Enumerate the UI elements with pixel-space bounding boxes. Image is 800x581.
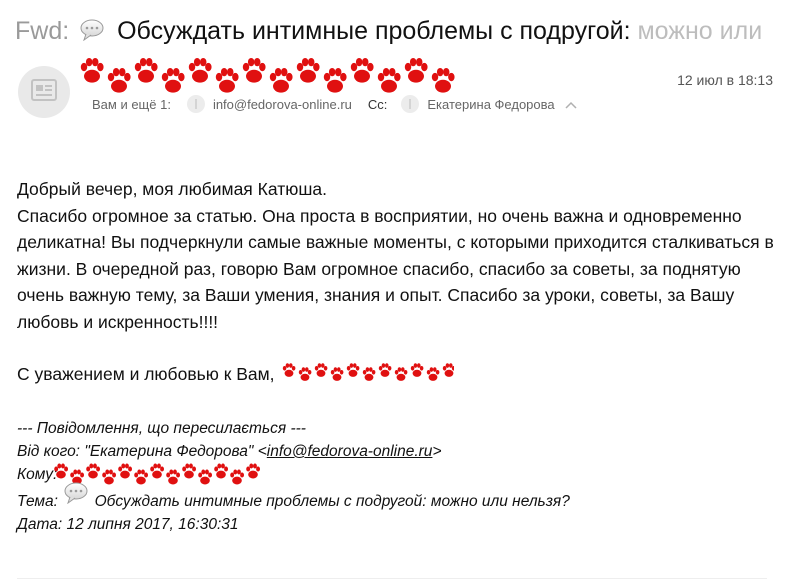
- sender-avatar[interactable]: [18, 66, 70, 118]
- paw-print-icon: [246, 463, 261, 479]
- signoff: С уважением и любовью к Вам,: [17, 361, 777, 388]
- signoff-text: С уважением и любовью к Вам,: [17, 364, 275, 384]
- paw-print-icon: [331, 367, 344, 381]
- recipient-address[interactable]: info@fedorova-online.ru: [213, 97, 352, 112]
- paw-print-icon: [395, 367, 408, 381]
- paw-print-icon: [323, 67, 347, 93]
- body-paragraph: Спасибо огромное за статью. Она проста в…: [17, 205, 774, 332]
- divider: [17, 578, 767, 579]
- paw-print-icon: [214, 463, 229, 479]
- from-email-link[interactable]: info@fedorova-online.ru: [267, 443, 433, 460]
- paw-print-icon: [242, 57, 266, 83]
- greeting: Добрый вечер, моя любимая Катюша.: [17, 179, 327, 199]
- paw-print-icon: [283, 363, 296, 377]
- paw-print-icon: [427, 367, 440, 381]
- paw-print-icon: [230, 469, 245, 485]
- sender-name-redacted: [80, 57, 455, 93]
- subject-label: Тема:: [17, 493, 58, 510]
- forwarded-subject: Тема: Обсуждать интимные проблемы с подр…: [17, 482, 777, 513]
- recipients-label: Вам и ещё 1:: [92, 96, 171, 112]
- recipients-row: Вам и ещё 1: info@fedorova-online.ru Cc:…: [92, 95, 577, 113]
- forwarded-message: --- Повідомлення, що пересилається --- В…: [17, 417, 777, 536]
- paw-print-icon: [161, 67, 185, 93]
- paw-print-icon: [350, 57, 374, 83]
- chevron-up-icon[interactable]: [565, 97, 577, 112]
- paw-print-icon: [134, 57, 158, 83]
- forwarded-header: --- Повідомлення, що пересилається ---: [17, 420, 306, 437]
- paw-print-icon: [198, 469, 213, 485]
- paw-print-icon: [166, 469, 181, 485]
- message-body: Добрый вечер, моя любимая Катюша. Спасиб…: [17, 176, 777, 388]
- cc-name[interactable]: Екатерина Федорова: [427, 97, 554, 112]
- paw-print-icon: [182, 463, 197, 479]
- from-close: >: [432, 443, 442, 460]
- subject-text: Обсуждать интимные проблемы с подругой:: [117, 17, 631, 45]
- date-label: Дата:: [17, 516, 63, 533]
- cc-avatar: [401, 95, 420, 113]
- newsletter-icon: [31, 78, 57, 106]
- paw-print-icon: [118, 463, 133, 479]
- paw-print-icon: [443, 363, 456, 377]
- paw-print-icon: [296, 57, 320, 83]
- forwarded-subject-text: Обсуждать интимные проблемы с подругой: …: [94, 493, 570, 510]
- paw-print-icon: [215, 67, 239, 93]
- paw-print-icon: [150, 463, 165, 479]
- from-label: Від кого:: [17, 443, 80, 460]
- subject-prefix: Fwd:: [15, 17, 70, 45]
- paw-print-icon: [379, 363, 392, 377]
- paw-print-icon: [54, 463, 69, 479]
- from-open: <: [257, 443, 267, 460]
- paw-print-icon: [134, 469, 149, 485]
- subject-text-fade: можно или: [637, 17, 763, 45]
- recipient-avatar: [186, 95, 205, 113]
- paw-print-icon: [404, 57, 428, 83]
- email-date: 12 июл в 18:13: [677, 72, 773, 88]
- paw-print-icon: [431, 67, 455, 93]
- paw-print-icon: [269, 67, 293, 93]
- forwarded-date: Дата: 12 липня 2017, 16:30:31: [17, 513, 777, 536]
- paw-print-icon: [411, 363, 424, 377]
- email-subject: Fwd: Обсуждать интимные проблемы с подру…: [15, 14, 785, 48]
- paw-print-icon: [102, 469, 117, 485]
- paw-print-icon: [188, 57, 212, 83]
- paw-print-icon: [107, 67, 131, 93]
- forwarded-to: Кому:: [17, 463, 777, 486]
- paw-print-icon: [363, 367, 376, 381]
- paw-print-icon: [377, 67, 401, 93]
- forwarded-from: Від кого: "Екатерина Федорова" <info@fed…: [17, 440, 777, 463]
- speech-bubble-icon: [80, 16, 104, 48]
- paw-print-icon: [80, 57, 104, 83]
- cc-label: Cc:: [367, 96, 388, 112]
- paw-print-icon: [315, 363, 328, 377]
- date-value: 12 липня 2017, 16:30:31: [66, 516, 239, 533]
- paw-print-icon: [299, 367, 312, 381]
- signoff-name-redacted: [283, 363, 456, 381]
- speech-bubble-icon: [64, 482, 88, 511]
- from-name: "Екатерина Федорова": [84, 443, 254, 460]
- paw-print-icon: [347, 363, 360, 377]
- paw-print-icon: [86, 463, 101, 479]
